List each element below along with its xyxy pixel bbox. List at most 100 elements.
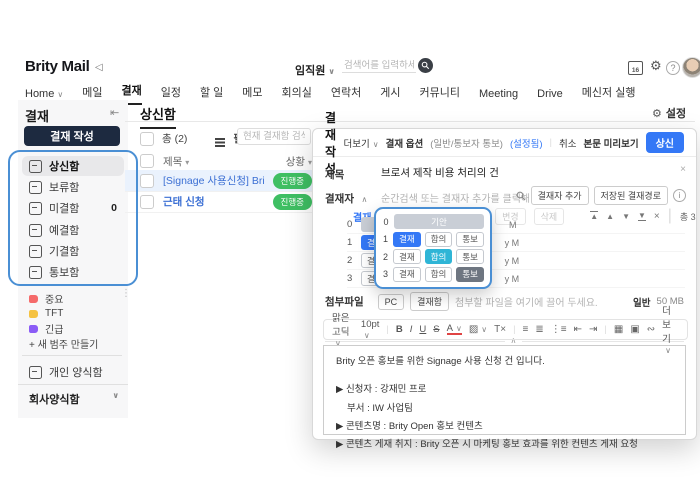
global-search-button[interactable] [418, 58, 433, 73]
agree-pill[interactable]: 합의 [425, 249, 453, 264]
category-urgent[interactable]: 긴급 [22, 321, 124, 336]
row-checkbox[interactable] [140, 174, 154, 188]
row-checkbox[interactable] [140, 195, 154, 209]
link-icon[interactable]: ∾ [647, 324, 655, 335]
list-toolbar: 총 (2) 필터 [140, 131, 253, 146]
unordered-list-icon[interactable]: ⋮≡ [551, 324, 567, 335]
sidebar-item-scheduled-box[interactable]: 예결함 [22, 220, 124, 240]
category-important[interactable]: 중요 [22, 291, 124, 306]
yellow-tag-icon [29, 310, 38, 318]
agree-pill[interactable]: 합의 [425, 232, 453, 247]
clear-format-icon[interactable]: T× [494, 324, 506, 335]
new-category-button[interactable]: + 새 범주 만들기 [22, 336, 124, 351]
approve-pill[interactable]: 결재 [393, 249, 421, 264]
folder-label: 보류함 [49, 179, 79, 195]
more-button[interactable]: 더보기∨ [343, 136, 378, 150]
sidebar-collapse-icon[interactable]: ⇤ [110, 106, 119, 119]
category-tft[interactable]: TFT [22, 306, 124, 321]
nav-calendar[interactable]: 일정 [161, 84, 181, 105]
list-search-input[interactable] [237, 128, 311, 145]
outdent-icon[interactable]: ⇤ [574, 324, 582, 335]
strikethrough-icon[interactable]: S [433, 324, 439, 335]
approve-pill[interactable]: 결재 [393, 232, 421, 247]
bold-icon[interactable]: B [396, 324, 403, 335]
nav-community[interactable]: 커뮤니티 [420, 84, 460, 105]
clear-subject-icon[interactable]: × [680, 164, 686, 175]
add-approver-button[interactable]: 결재자 추가 [531, 186, 589, 205]
attach-from-pc-button[interactable]: PC [378, 294, 405, 310]
nav-board[interactable]: 게시 [380, 84, 400, 105]
sidebar-divider [22, 355, 122, 356]
preview-button[interactable]: 본문 미리보기 [584, 136, 639, 150]
company-forms-item[interactable]: 회사양식함 ∨ [29, 391, 119, 407]
personal-forms-item[interactable]: 개인 양식함 [22, 362, 124, 382]
global-search-input[interactable] [342, 59, 416, 73]
highlight-color-icon[interactable]: ▨∨ [469, 324, 487, 335]
sidebar-item-notified-box[interactable]: 통보함 [22, 262, 124, 282]
list-row-signage[interactable]: [Signage 사용신청] Brity 오픈... 진행중 [125, 170, 312, 192]
tab-sent-box[interactable]: 상신함 [140, 104, 176, 129]
search-scope-label: 임직원 [295, 65, 325, 77]
nav-messenger[interactable]: 메신저 실행 [582, 84, 636, 105]
approval-body-editor[interactable]: Brity 오픈 홍보를 위한 Signage 사용 신청 건 입니다. ▶ 신… [323, 345, 686, 435]
body-line: Brity 오픈 홍보를 위한 Signage 사용 신청 건 입니다. [336, 355, 673, 369]
search-icon[interactable] [516, 191, 526, 201]
notify-pill[interactable]: 통보 [456, 249, 484, 264]
editor-toolbar: 맑은 고딕 ∨ 10pt ∨ | B I U S A∨ ▨∨ T× | ≡ ≣ … [323, 319, 688, 340]
section-collapse-divider[interactable]: ∧ [325, 341, 684, 342]
column-status[interactable]: 상황 ▾ [286, 154, 312, 169]
approval-option-state[interactable]: (설정됨) [510, 136, 543, 150]
font-size-select[interactable]: 10pt ∨ [361, 319, 380, 341]
subject-input[interactable]: 브로셔 제작 비용 처리의 건 [381, 165, 499, 180]
nav-meeting[interactable]: Meeting [479, 88, 518, 105]
saved-route-button[interactable]: 저장된 결재경로 [594, 186, 668, 205]
help-icon[interactable]: ? [666, 61, 680, 75]
search-scope-selector[interactable]: 임직원∨ [295, 62, 335, 78]
body-line: 부서 : IW 사업팀 [336, 402, 673, 416]
nav-contacts[interactable]: 연락처 [331, 84, 361, 105]
occluded-text: y M [505, 274, 520, 284]
image-icon[interactable]: ▣ [630, 324, 639, 335]
column-title[interactable]: 제목 ▾ [163, 154, 189, 169]
approval-option-label[interactable]: 결재 옵션 [386, 136, 424, 150]
select-all-checkbox[interactable] [140, 132, 154, 146]
table-icon[interactable]: ▦ [614, 324, 623, 335]
nav-drive[interactable]: Drive [537, 88, 563, 105]
font-family-select[interactable]: 맑은 고딕 ∨ [332, 310, 354, 349]
occluded-text: M [509, 220, 517, 230]
notify-pill[interactable]: 통보 [456, 232, 484, 247]
settings-gear-icon[interactable]: ⚙ [650, 58, 662, 74]
cancel-button[interactable]: 취소 [559, 136, 576, 150]
submit-button[interactable]: 상신 [646, 132, 684, 153]
approve-pill[interactable]: 결재 [393, 267, 421, 282]
italic-icon[interactable]: I [410, 324, 413, 335]
search-icon [421, 61, 430, 70]
notify-pill[interactable]: 통보 [456, 267, 484, 282]
info-icon[interactable]: i [673, 189, 686, 202]
compose-approval-button[interactable]: 결재 작성 [24, 126, 120, 146]
nav-meeting-room[interactable]: 회의실 [282, 84, 312, 105]
profile-avatar[interactable] [682, 57, 700, 78]
sidebar-item-hold-box[interactable]: 보류함 [22, 177, 124, 197]
approver-label[interactable]: 결재자 ∧ [325, 189, 367, 207]
attachment-dropzone[interactable]: 첨부할 파일을 여기에 끌어 두세요. [455, 294, 598, 309]
announcement-icon[interactable]: ◁ [95, 62, 103, 73]
agree-pill[interactable]: 합의 [425, 267, 453, 282]
attach-from-box-button[interactable]: 결재함 [410, 292, 449, 311]
align-icon[interactable]: ≡ [523, 324, 529, 335]
calendar-icon[interactable]: 16 [628, 61, 643, 75]
sidebar-item-approved-box[interactable]: 기결함 [22, 241, 124, 261]
underline-icon[interactable]: U [419, 324, 426, 335]
personal-forms-label: 개인 양식함 [49, 364, 103, 380]
indent-icon[interactable]: ⇥ [589, 324, 597, 335]
font-color-icon[interactable]: A∨ [447, 324, 462, 335]
header-checkbox[interactable] [140, 154, 154, 168]
sidebar-item-sent-box[interactable]: 상신함 [22, 156, 124, 176]
list-settings-button[interactable]: ⚙ 설정 [652, 105, 686, 121]
sidebar-item-pending-box[interactable]: 미결함 0 [22, 198, 124, 218]
nav-memo[interactable]: 메모 [242, 84, 262, 105]
ordered-list-icon[interactable]: ≣ [535, 324, 543, 335]
approval-option-value: (일반/통보자 통보) [430, 136, 503, 150]
list-row-leave[interactable]: 근태 신청 진행중 [125, 191, 312, 213]
nav-todo[interactable]: 할 일 [200, 84, 223, 105]
